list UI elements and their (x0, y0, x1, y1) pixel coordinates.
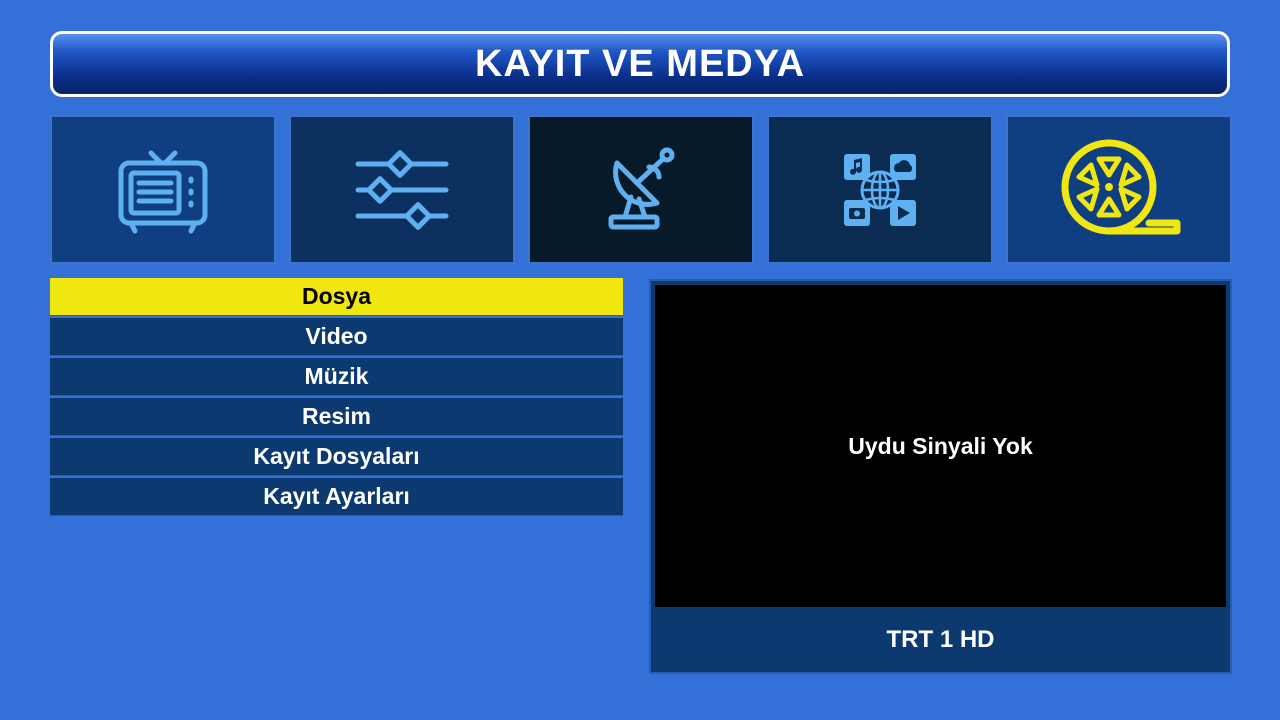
channel-name: TRT 1 HD (886, 626, 995, 653)
menu-item-kayit-ayarlari[interactable]: Kayıt Ayarları (50, 478, 623, 516)
no-signal-message: Uydu Sinyali Yok (848, 432, 1033, 459)
category-tile-settings[interactable] (289, 115, 515, 264)
preview-panel: Uydu Sinyali Yok TRT 1 HD (649, 279, 1232, 674)
category-tile-network-media[interactable] (767, 115, 993, 264)
menu-item-label: Dosya (301, 283, 372, 309)
menu-item-video[interactable]: Video (50, 318, 623, 356)
menu-item-label: Kayıt Ayarları (263, 483, 410, 509)
preview-video: Uydu Sinyali Yok (655, 285, 1226, 607)
category-tile-media[interactable] (1006, 115, 1232, 264)
category-tile-satellite[interactable] (528, 115, 754, 264)
category-tile-tv[interactable] (50, 115, 276, 264)
menu-item-resim[interactable]: Resim (50, 398, 623, 436)
page-title: KAYIT VE MEDYA (474, 42, 806, 85)
media-menu: Dosya Video Müzik Resim Kayıt Dosyaları … (50, 278, 623, 518)
menu-item-kayit-dosyalari[interactable]: Kayıt Dosyaları (50, 438, 623, 476)
film-reel-icon (1061, 139, 1181, 234)
menu-item-dosya[interactable]: Dosya (50, 278, 623, 316)
network-media-icon (844, 153, 916, 226)
satellite-dish-icon (608, 147, 675, 229)
menu-item-muzik[interactable]: Müzik (50, 358, 623, 396)
menu-item-label: Kayıt Dosyaları (253, 443, 420, 469)
channel-bar: TRT 1 HD (655, 612, 1226, 668)
settings-sliders-icon (355, 149, 449, 230)
media-screen: KAYIT VE MEDYA Dosya Video Müzik Resim K… (0, 0, 1280, 720)
title-bar: KAYIT VE MEDYA (50, 31, 1230, 97)
menu-item-label: Müzik (304, 363, 369, 389)
tv-icon (118, 150, 208, 233)
menu-item-label: Resim (301, 403, 372, 429)
category-tiles (50, 115, 1232, 264)
menu-item-label: Video (305, 323, 368, 349)
